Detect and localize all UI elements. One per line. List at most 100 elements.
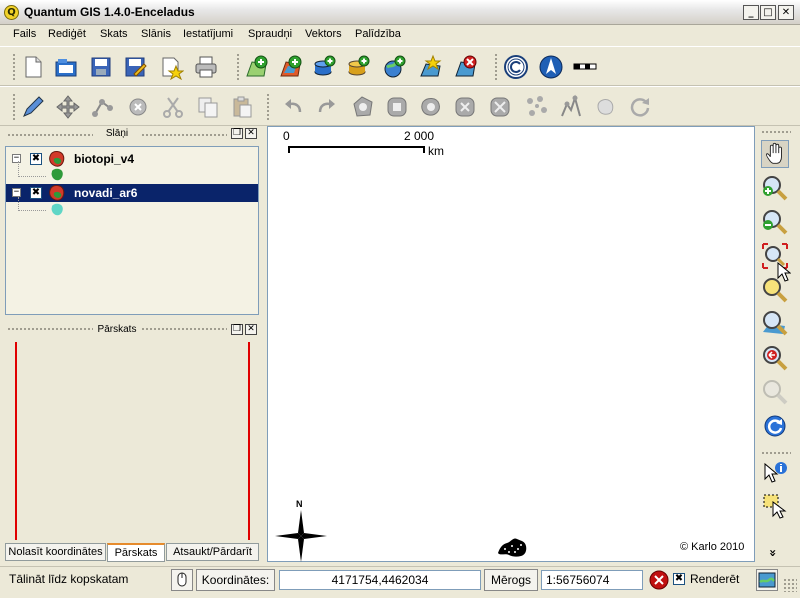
collapse-toggle[interactable]: − (12, 188, 21, 197)
menu-vektors[interactable]: Vektors (305, 28, 342, 40)
overview-extent-right (248, 342, 250, 540)
scale-field[interactable]: 1:56756074 (541, 570, 643, 590)
map-navigation-toolbar: » (757, 126, 800, 566)
menu-spraudni[interactable]: Spraudņi (248, 28, 292, 40)
new-print-composer-icon[interactable] (158, 54, 185, 81)
file-toolbar (0, 46, 800, 86)
layer-name: novadi_ar6 (74, 186, 138, 200)
add-raster-layer-icon[interactable] (278, 54, 304, 80)
dock-grip (7, 327, 93, 331)
menu-palidziba[interactable]: Palīdzība (355, 28, 401, 40)
split-features-icon[interactable] (524, 94, 550, 120)
zoom-to-selection-icon[interactable] (761, 276, 789, 304)
dock-float-button[interactable]: ❐ (231, 128, 243, 139)
zoom-next-icon[interactable] (761, 378, 789, 406)
qgis-app-icon: Q (4, 5, 19, 20)
remove-layer-icon[interactable] (453, 54, 479, 80)
toolbar-grip[interactable] (761, 451, 791, 455)
layer-row-biotopi[interactable]: − ✖ biotopi_v4 (6, 150, 258, 168)
projection-status-icon[interactable] (756, 569, 778, 591)
save-project-icon[interactable] (88, 54, 114, 80)
scalebar-unit-label: km (428, 144, 444, 158)
maximize-button[interactable]: □ (760, 5, 776, 20)
dock-close-button[interactable]: ✕ (245, 128, 257, 139)
dock-close-button[interactable]: ✕ (245, 324, 257, 335)
add-spatialite-layer-icon[interactable] (346, 54, 372, 80)
reshape-icon[interactable] (487, 94, 513, 120)
zoom-to-layer-icon[interactable] (761, 310, 789, 338)
zoom-out-icon[interactable] (761, 208, 789, 236)
toolbar-grip[interactable] (236, 53, 240, 81)
menu-bar: Fails Rediģēt Skats Slānis Iestatījumi S… (0, 25, 800, 45)
pan-icon[interactable] (761, 140, 789, 168)
menu-iestatijumi[interactable]: Iestatījumi (183, 28, 233, 40)
toolbar-grip[interactable] (494, 53, 498, 81)
layer-visibility-checkbox[interactable]: ✖ (30, 153, 42, 165)
save-as-icon[interactable] (122, 54, 148, 80)
redo-icon[interactable] (314, 94, 340, 120)
layers-tree[interactable]: − ✖ biotopi_v4 − ✖ novadi_ar6 (5, 146, 259, 315)
tree-line (18, 210, 46, 212)
tab-nolasit-koordinates[interactable]: Nolasīt koordinātes (5, 543, 106, 561)
north-arrow-icon[interactable] (538, 54, 564, 80)
render-checkbox[interactable]: ✖ (673, 573, 685, 585)
stop-render-icon[interactable] (649, 570, 669, 590)
layer-visibility-checkbox[interactable]: ✖ (30, 187, 42, 199)
resize-grip[interactable] (783, 578, 797, 592)
north-label: N (296, 499, 303, 509)
toolbar-grip[interactable] (12, 53, 16, 81)
overview-map[interactable] (5, 340, 259, 540)
print-icon[interactable] (193, 54, 219, 80)
identify-icon[interactable] (761, 460, 789, 488)
mouse-coords-toggle[interactable] (171, 569, 193, 591)
window-title: Quantum GIS 1.4.0-Enceladus (24, 5, 195, 19)
delete-selected-icon[interactable] (125, 94, 151, 120)
zoom-in-icon[interactable] (761, 174, 789, 202)
delete-part-icon[interactable] (452, 94, 478, 120)
toolbar-grip[interactable] (12, 93, 16, 121)
menu-fails[interactable]: Fails (13, 28, 36, 40)
new-vector-layer-icon[interactable] (418, 54, 444, 80)
add-ring-icon[interactable] (350, 94, 376, 120)
undo-icon[interactable] (280, 94, 306, 120)
rotate-point-symbols-icon[interactable] (627, 94, 653, 120)
zoom-last-icon[interactable] (761, 344, 789, 372)
new-project-icon[interactable] (20, 54, 46, 80)
paste-features-icon[interactable] (229, 94, 255, 120)
toolbar-grip[interactable] (761, 130, 791, 134)
add-island-icon[interactable] (384, 94, 410, 120)
tree-line (18, 197, 20, 211)
toggle-editing-icon[interactable] (20, 94, 46, 120)
delete-ring-icon[interactable] (418, 94, 444, 120)
toolbar-grip[interactable] (266, 93, 270, 121)
add-wms-layer-icon[interactable] (382, 54, 408, 80)
scale-bar-icon[interactable] (572, 54, 598, 80)
coordinates-field[interactable]: 4171754,4462034 (279, 570, 481, 590)
merge-features-icon[interactable] (593, 94, 619, 120)
cut-features-icon[interactable] (160, 94, 186, 120)
render-label: Renderēt (690, 572, 740, 586)
menu-slanis[interactable]: Slānis (141, 28, 171, 40)
toolbar-overflow-button[interactable]: » (766, 549, 780, 557)
overview-dock-header[interactable]: Pārskats ❐ ✕ (5, 322, 259, 336)
menu-skats[interactable]: Skats (100, 28, 128, 40)
tab-atsaukt-pardarit[interactable]: Atsaukt/Pārdarīt (166, 543, 259, 561)
minimize-button[interactable]: _ (743, 5, 759, 20)
dock-float-button[interactable]: ❐ (231, 324, 243, 335)
close-button[interactable]: ✕ (778, 5, 794, 20)
select-features-icon[interactable] (761, 492, 789, 520)
node-tool-icon[interactable] (90, 94, 116, 120)
add-postgis-layer-icon[interactable] (312, 54, 338, 80)
simplify-icon[interactable] (558, 94, 584, 120)
menu-rediget[interactable]: Rediģēt (48, 28, 86, 40)
copyright-label-icon[interactable] (503, 54, 529, 80)
open-project-icon[interactable] (53, 54, 79, 80)
refresh-icon[interactable] (761, 412, 789, 440)
copy-features-icon[interactable] (195, 94, 221, 120)
layer-row-novadi[interactable]: − ✖ novadi_ar6 (6, 184, 258, 202)
move-feature-icon[interactable] (55, 94, 81, 120)
map-canvas[interactable]: 0 2 000 km N © Karlo 2010 (267, 126, 755, 562)
layers-dock-header[interactable]: Slāņi ❐ ✕ (5, 128, 259, 142)
add-vector-layer-icon[interactable] (244, 54, 270, 80)
tab-parskats[interactable]: Pārskats (107, 543, 165, 562)
